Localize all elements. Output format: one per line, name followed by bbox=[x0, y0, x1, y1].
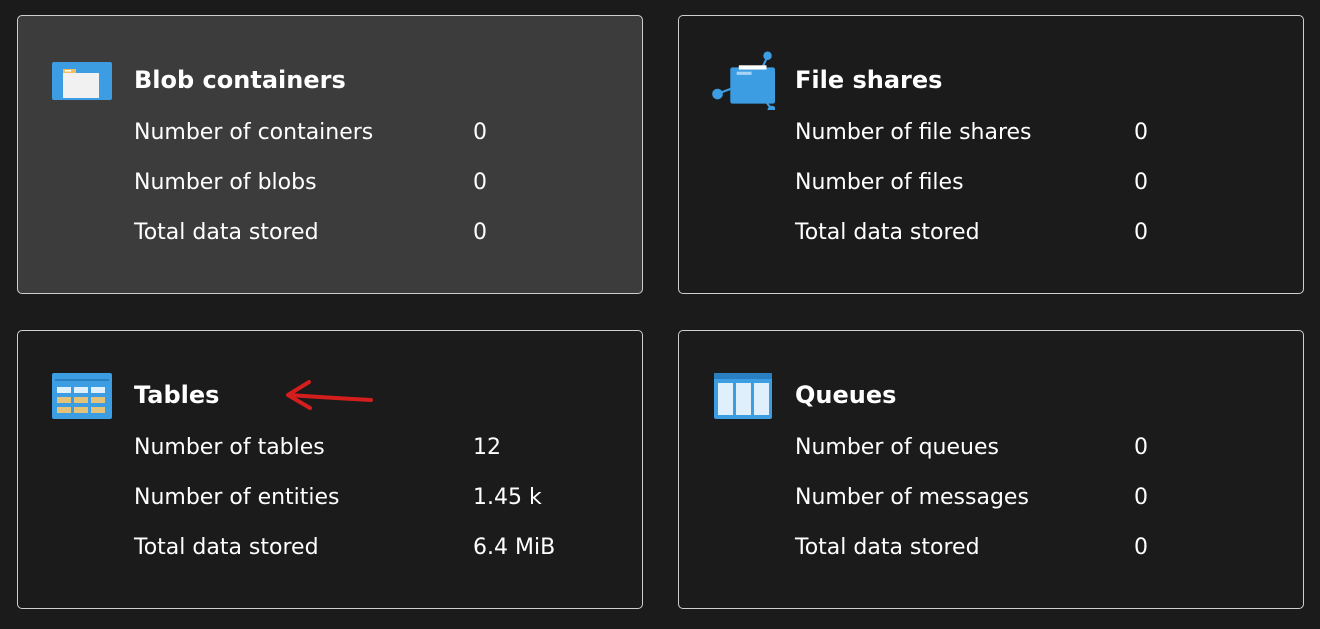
metric-value: 0 bbox=[473, 220, 487, 245]
metric-value: 0 bbox=[1134, 535, 1148, 560]
metric-value: 0 bbox=[1134, 435, 1148, 460]
metric-label: Total data stored bbox=[795, 220, 980, 245]
metric-label: Total data stored bbox=[795, 535, 980, 560]
red-arrow-icon bbox=[286, 380, 373, 410]
metric-value: 0 bbox=[473, 120, 487, 145]
card-title: File shares bbox=[795, 66, 943, 94]
storage-overview: Blob containers Number of containers 0 N… bbox=[0, 0, 1320, 629]
metric-value: 0 bbox=[1134, 120, 1148, 145]
metric-value: 12 bbox=[473, 435, 501, 460]
metric-label: Number of queues bbox=[795, 435, 999, 460]
metric-label: Number of files bbox=[795, 170, 964, 195]
blob-containers-card[interactable]: Blob containers Number of containers 0 N… bbox=[17, 15, 643, 294]
metric-label: Number of entities bbox=[134, 485, 340, 510]
metric-label: Number of file shares bbox=[795, 120, 1032, 145]
file-shares-card[interactable]: File shares Number of file shares 0 Numb… bbox=[678, 15, 1304, 294]
metric-label: Number of tables bbox=[134, 435, 325, 460]
metric-label: Number of blobs bbox=[134, 170, 317, 195]
metric-label: Total data stored bbox=[134, 220, 319, 245]
metric-label: Number of containers bbox=[134, 120, 374, 145]
metric-value: 0 bbox=[1134, 220, 1148, 245]
file-share-icon bbox=[712, 51, 775, 110]
tables-card[interactable]: Tables Number of tables 12 Number of ent… bbox=[17, 330, 643, 609]
metric-value: 1.45 k bbox=[473, 485, 542, 510]
metric-value: 6.4 MiB bbox=[473, 535, 556, 560]
metric-value: 0 bbox=[1134, 485, 1148, 510]
queues-card[interactable]: Queues Number of queues 0 Number of mess… bbox=[678, 330, 1304, 609]
card-title: Blob containers bbox=[134, 66, 346, 94]
metric-value: 0 bbox=[1134, 170, 1148, 195]
metric-label: Number of messages bbox=[795, 485, 1029, 510]
blob-container-icon bbox=[52, 62, 112, 100]
card-title: Queues bbox=[795, 381, 897, 409]
card-title: Tables bbox=[134, 381, 220, 409]
queue-icon bbox=[714, 373, 772, 419]
table-icon bbox=[52, 373, 112, 419]
metric-label: Total data stored bbox=[134, 535, 319, 560]
metric-value: 0 bbox=[473, 170, 487, 195]
